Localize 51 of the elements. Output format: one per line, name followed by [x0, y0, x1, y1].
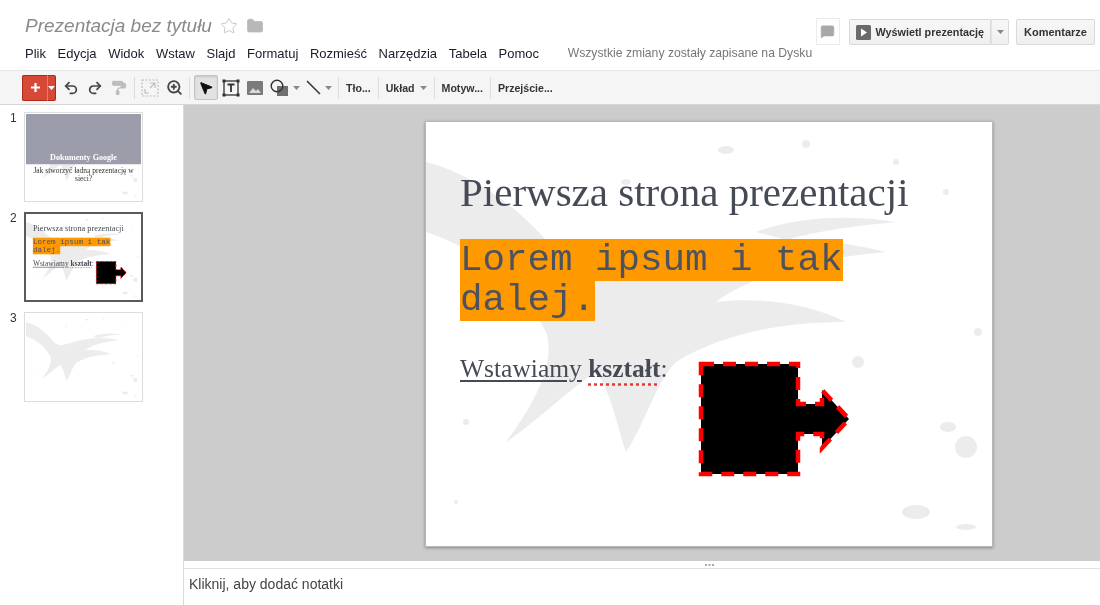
caret-icon: [996, 30, 1004, 34]
frame-icon: [141, 78, 159, 97]
comments-button[interactable]: Komentarze: [1016, 19, 1095, 45]
toolbar-menu-button[interactable]: Przejście...: [494, 75, 557, 100]
slide-number: 2: [10, 212, 18, 225]
menu-item[interactable]: Pomoc: [498, 45, 540, 61]
toolbar-menu-button[interactable]: Motyw...: [437, 75, 487, 100]
caret-icon: [48, 85, 55, 90]
slide-title: Pierwsza strona prezentacji: [32, 223, 124, 233]
shapes-icon: [270, 78, 289, 97]
menu-item[interactable]: Formatuj: [247, 45, 299, 61]
chat-button[interactable]: [815, 18, 840, 45]
menu-item[interactable]: Edycja: [57, 45, 97, 61]
menu-item[interactable]: Tabela: [448, 45, 487, 61]
slide-title: Dokumenty Google: [50, 152, 117, 162]
image-icon: [247, 80, 263, 95]
toolbar-menu-button[interactable]: Układ: [381, 75, 431, 100]
paint-roller-icon: [111, 79, 127, 96]
play-icon: [855, 24, 871, 40]
resize-grip-icon[interactable]: [705, 563, 714, 566]
slide-number: 1: [10, 112, 18, 125]
text-box-icon: [222, 78, 240, 97]
menu-item[interactable]: Narzędzia: [378, 45, 438, 61]
present-button[interactable]: Wyświetl prezentację: [848, 19, 992, 45]
caret-icon: [419, 85, 427, 90]
menu-item[interactable]: Wstaw: [155, 45, 195, 61]
zoom-icon: [165, 79, 183, 96]
slide-number: 3: [10, 312, 18, 325]
caret-icon: [293, 85, 300, 90]
undo-icon: [63, 79, 79, 96]
new-button[interactable]: [22, 74, 47, 101]
select-tool-button[interactable]: [194, 75, 218, 100]
menu-item[interactable]: Widok: [108, 45, 145, 61]
menu-item[interactable]: Rozmieść: [309, 45, 367, 61]
star-icon[interactable]: [219, 17, 238, 35]
body-text: Wstawiamy kształt:: [460, 354, 668, 383]
present-menu-button[interactable]: [991, 19, 1010, 45]
square-arrow-shape: [95, 260, 128, 285]
folder-icon[interactable]: [245, 17, 264, 35]
slide-title: Pierwsza strona prezentacji: [460, 170, 909, 214]
caret-icon: [325, 85, 332, 90]
line-icon: [306, 80, 321, 95]
new-menu-button[interactable]: [47, 74, 56, 101]
toolbar-menu-button[interactable]: Tło...: [342, 75, 375, 100]
redo-icon: [87, 79, 103, 96]
save-status: Wszystkie zmiany zostały zapisane na Dysku: [567, 46, 813, 60]
speech-bubble-icon: [820, 24, 836, 39]
menu-item[interactable]: Plik: [25, 45, 46, 61]
menu-item[interactable]: Slajd: [206, 45, 236, 61]
pointer-icon: [198, 79, 214, 96]
plus-icon: [30, 83, 40, 92]
